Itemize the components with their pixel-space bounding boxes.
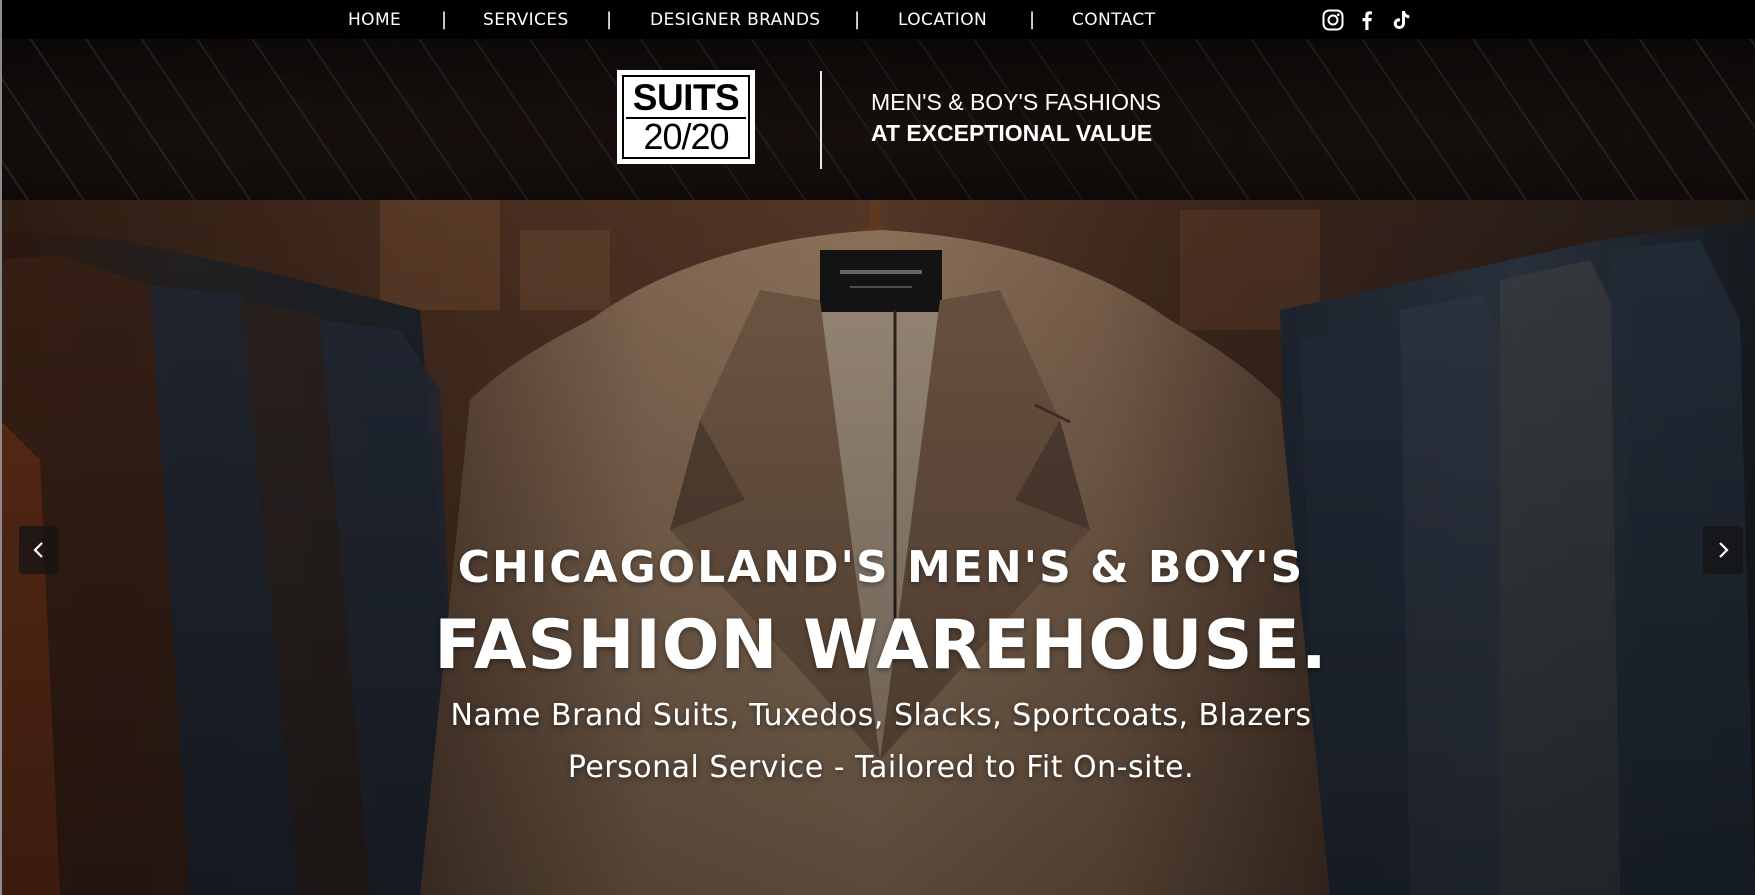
instagram-icon[interactable] xyxy=(1322,9,1344,31)
header-divider xyxy=(820,71,822,169)
tagline-primary: MEN'S & BOY'S FASHIONS xyxy=(871,89,1161,115)
nav-location[interactable]: LOCATION xyxy=(898,10,987,30)
top-navigation: HOME | SERVICES | DESIGNER BRANDS | LOCA… xyxy=(0,0,1755,39)
logo-frame: SUITS 20/20 xyxy=(622,75,750,159)
hero-heading-line2: FASHION WAREHOUSE. xyxy=(434,606,1328,685)
nav-separator: | xyxy=(854,9,861,30)
nav-separator: | xyxy=(606,9,613,30)
logo-text-bottom: 20/20 xyxy=(643,116,729,157)
nav-services[interactable]: SERVICES xyxy=(483,10,569,30)
page: HOME | SERVICES | DESIGNER BRANDS | LOCA… xyxy=(0,0,1755,895)
chevron-right-icon xyxy=(1719,542,1729,558)
tagline-secondary: AT EXCEPTIONAL VALUE xyxy=(871,120,1153,146)
hero-subtext-line1: Name Brand Suits, Tuxedos, Slacks, Sport… xyxy=(450,698,1312,733)
chevron-left-icon xyxy=(33,542,43,558)
nav-home[interactable]: HOME xyxy=(348,10,401,30)
slider-prev-button[interactable] xyxy=(19,526,59,574)
nav-contact[interactable]: CONTACT xyxy=(1072,10,1155,30)
hero-slider: CHICAGOLAND'S MEN'S & BOY'S FASHION WARE… xyxy=(0,200,1755,895)
logo-text-top: SUITS xyxy=(632,77,740,118)
window-edge xyxy=(0,0,2,895)
hero-subtext-line2: Personal Service - Tailored to Fit On-si… xyxy=(567,750,1195,785)
slider-next-button[interactable] xyxy=(1703,526,1743,574)
nav-separator: | xyxy=(441,9,448,30)
nav-separator: | xyxy=(1029,9,1036,30)
tiktok-icon[interactable] xyxy=(1390,9,1412,31)
nav-designer-brands[interactable]: DESIGNER BRANDS xyxy=(650,10,821,30)
hero-heading-line1: CHICAGOLAND'S MEN'S & BOY'S xyxy=(457,542,1305,593)
site-logo[interactable]: SUITS 20/20 xyxy=(617,70,755,164)
facebook-icon[interactable] xyxy=(1356,9,1378,31)
site-header: SUITS 20/20 MEN'S & BOY'S FASHIONS AT EX… xyxy=(0,39,1755,200)
